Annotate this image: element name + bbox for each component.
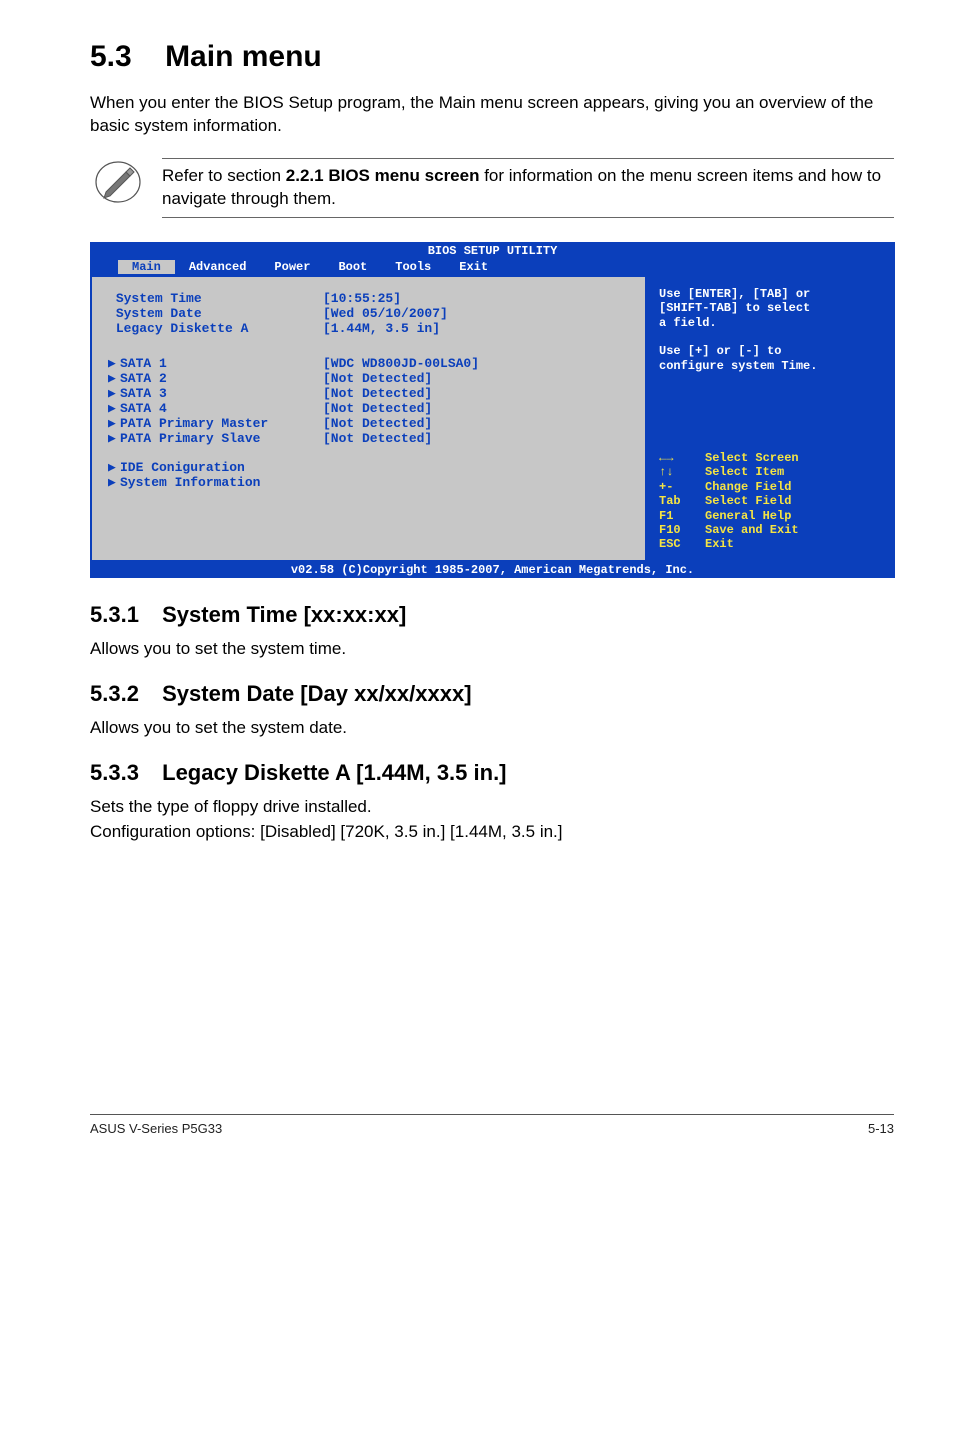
footer-right: 5-13	[868, 1121, 894, 1136]
legend-label: Select Item	[705, 465, 784, 479]
note-text: Refer to section 2.2.1 BIOS menu screen …	[162, 158, 894, 218]
chevron-right-icon: ▶	[108, 460, 120, 475]
legend-key: F10	[659, 523, 705, 537]
bios-title: BIOS SETUP UTILITY	[90, 242, 895, 260]
arrows-ud-icon: ↑↓	[659, 465, 705, 479]
chevron-right-icon: ▶	[108, 475, 120, 490]
row-system-time[interactable]: System Time [10:55:25]	[108, 291, 633, 306]
row-sata-4[interactable]: ▶SATA 4 [Not Detected]	[108, 401, 633, 416]
value-system-date: [Wed 05/10/2007]	[323, 306, 633, 321]
value-sata-3: [Not Detected]	[323, 386, 633, 401]
subsection-num: 5.3.1	[90, 602, 156, 628]
help-text: Use [ENTER], [TAB] or [SHIFT-TAB] to sel…	[659, 287, 881, 373]
row-legacy-diskette[interactable]: Legacy Diskette A [1.44M, 3.5 in]	[108, 321, 633, 336]
legend-key: ESC	[659, 537, 705, 551]
note-bold: 2.2.1 BIOS menu screen	[286, 166, 480, 185]
subsection-body: Allows you to set the system time.	[90, 638, 894, 661]
row-system-information[interactable]: ▶System Information	[108, 475, 633, 490]
note-pre: Refer to section	[162, 166, 286, 185]
help-line: [SHIFT-TAB] to select	[659, 301, 881, 315]
label-sata-3: SATA 3	[120, 386, 167, 401]
label-sysinfo: System Information	[120, 475, 260, 490]
tab-power[interactable]: Power	[260, 260, 324, 274]
label-pata-slave: PATA Primary Slave	[120, 431, 260, 446]
tab-exit[interactable]: Exit	[445, 260, 502, 274]
subsection-body: Sets the type of floppy drive installed.	[90, 796, 894, 819]
subsection-title: System Time [xx:xx:xx]	[162, 602, 406, 627]
pencil-icon	[94, 158, 142, 206]
key-legend: ←→Select Screen ↑↓Select Item +-Change F…	[659, 451, 881, 552]
chevron-right-icon: ▶	[108, 386, 120, 401]
value-pata-master: [Not Detected]	[323, 416, 633, 431]
tab-tools[interactable]: Tools	[381, 260, 445, 274]
bios-tabbar: Main Advanced Power Boot Tools Exit	[90, 260, 895, 277]
help-line: Use [+] or [-] to	[659, 344, 881, 358]
legend-key: +-	[659, 480, 705, 494]
chevron-right-icon: ▶	[108, 401, 120, 416]
legend-key: Tab	[659, 494, 705, 508]
subsection-heading: 5.3.1 System Time [xx:xx:xx]	[90, 602, 894, 628]
subsection-title: Legacy Diskette A [1.44M, 3.5 in.]	[162, 760, 506, 785]
page-footer: ASUS V-Series P5G33 5-13	[90, 1114, 894, 1136]
section-name: Main menu	[165, 40, 322, 73]
value-sata-2: [Not Detected]	[323, 371, 633, 386]
row-sata-1[interactable]: ▶SATA 1 [WDC WD800JD-00LSA0]	[108, 356, 633, 371]
label-pata-master: PATA Primary Master	[120, 416, 268, 431]
value-pata-slave: [Not Detected]	[323, 431, 633, 446]
subsection-num: 5.3.3	[90, 760, 156, 786]
row-ide-configuration[interactable]: ▶IDE Coniguration	[108, 460, 633, 475]
subsection-body: Allows you to set the system date.	[90, 717, 894, 740]
tab-advanced[interactable]: Advanced	[175, 260, 261, 274]
label-sata-2: SATA 2	[120, 371, 167, 386]
row-sata-2[interactable]: ▶SATA 2 [Not Detected]	[108, 371, 633, 386]
legend-label: Select Screen	[705, 451, 799, 465]
label-system-date: System Date	[116, 306, 202, 321]
subsection-body-line2: Configuration options: [Disabled] [720K,…	[90, 821, 894, 844]
row-pata-master[interactable]: ▶PATA Primary Master [Not Detected]	[108, 416, 633, 431]
subsection-title: System Date [Day xx/xx/xxxx]	[162, 681, 471, 706]
label-legacy-diskette: Legacy Diskette A	[116, 321, 249, 336]
help-line: Use [ENTER], [TAB] or	[659, 287, 881, 301]
value-system-time: [10:55:25]	[323, 291, 633, 306]
row-pata-slave[interactable]: ▶PATA Primary Slave [Not Detected]	[108, 431, 633, 446]
subsection-heading: 5.3.2 System Date [Day xx/xx/xxxx]	[90, 681, 894, 707]
row-sata-3[interactable]: ▶SATA 3 [Not Detected]	[108, 386, 633, 401]
label-system-time: System Time	[116, 291, 202, 306]
tab-boot[interactable]: Boot	[324, 260, 381, 274]
label-sata-4: SATA 4	[120, 401, 167, 416]
bios-left-panel: System Time [10:55:25] System Date [Wed …	[92, 277, 647, 560]
help-line: configure system Time.	[659, 359, 881, 373]
bios-help-panel: Use [ENTER], [TAB] or [SHIFT-TAB] to sel…	[647, 277, 893, 560]
note-callout: Refer to section 2.2.1 BIOS menu screen …	[90, 158, 894, 218]
legend-label: Save and Exit	[705, 523, 799, 537]
legend-label: Change Field	[705, 480, 791, 494]
subsection-heading: 5.3.3 Legacy Diskette A [1.44M, 3.5 in.]	[90, 760, 894, 786]
chevron-right-icon: ▶	[108, 371, 120, 386]
help-line: a field.	[659, 316, 881, 330]
value-legacy-diskette: [1.44M, 3.5 in]	[323, 321, 633, 336]
label-sata-1: SATA 1	[120, 356, 167, 371]
label-ide-config: IDE Coniguration	[120, 460, 245, 475]
legend-label: General Help	[705, 509, 791, 523]
section-number: 5.3	[90, 40, 132, 73]
legend-label: Select Field	[705, 494, 791, 508]
row-system-date[interactable]: System Date [Wed 05/10/2007]	[108, 306, 633, 321]
arrows-lr-icon: ←→	[659, 451, 705, 465]
footer-left: ASUS V-Series P5G33	[90, 1121, 222, 1136]
intro-paragraph: When you enter the BIOS Setup program, t…	[90, 92, 894, 138]
bios-screenshot: BIOS SETUP UTILITY Main Advanced Power B…	[90, 242, 895, 578]
subsection-num: 5.3.2	[90, 681, 156, 707]
tab-main[interactable]: Main	[118, 260, 175, 274]
legend-key: F1	[659, 509, 705, 523]
chevron-right-icon: ▶	[108, 416, 120, 431]
value-sata-4: [Not Detected]	[323, 401, 633, 416]
legend-label: Exit	[705, 537, 734, 551]
chevron-right-icon: ▶	[108, 356, 120, 371]
value-sata-1: [WDC WD800JD-00LSA0]	[323, 356, 633, 371]
chevron-right-icon: ▶	[108, 431, 120, 446]
page-title: 5.3 Main menu	[90, 40, 894, 74]
bios-footer: v02.58 (C)Copyright 1985-2007, American …	[90, 562, 895, 578]
